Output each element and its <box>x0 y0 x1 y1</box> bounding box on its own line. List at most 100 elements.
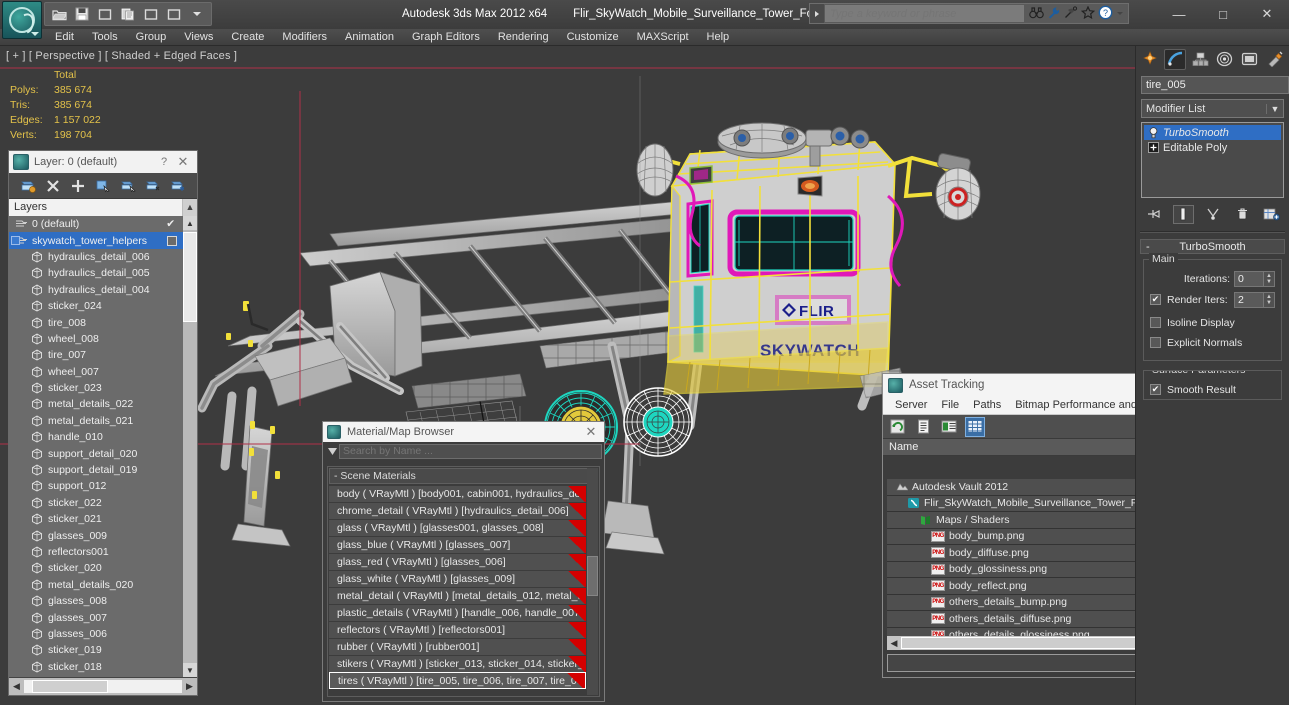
rollout-header[interactable]: - TurboSmooth <box>1140 239 1285 254</box>
grid-view-icon[interactable] <box>965 416 985 437</box>
layer-row-wheel_008[interactable]: wheel_008 <box>9 331 183 347</box>
menu-item-group[interactable]: Group <box>127 29 176 46</box>
layer-row-sticker_018[interactable]: sticker_018 <box>9 659 183 675</box>
turbosmooth-rollout[interactable]: - TurboSmooth Main Iterations: 0 ▲▼ Rend… <box>1140 239 1285 400</box>
scrollbar-thumb[interactable] <box>587 556 598 596</box>
redo-icon[interactable] <box>118 4 138 24</box>
help-icon[interactable]: ? <box>1098 5 1113 23</box>
command-panel[interactable]: Modifier List ▼ TurboSmooth Editable Pol… <box>1135 46 1289 705</box>
scroll-left-icon[interactable]: ◀ <box>9 681 24 692</box>
render-iters-input[interactable]: 2 <box>1234 291 1264 308</box>
object-name-input[interactable] <box>1141 76 1289 94</box>
scrollbar-track[interactable] <box>24 680 182 693</box>
utilities-tab[interactable] <box>1264 49 1286 70</box>
display-tab[interactable] <box>1239 49 1261 70</box>
layer-row-sticker_023[interactable]: sticker_023 <box>9 380 183 396</box>
layer-row-sticker_020[interactable]: sticker_020 <box>9 560 183 576</box>
menu-item-customize[interactable]: Customize <box>558 29 628 46</box>
isoline-display-checkbox[interactable] <box>1150 317 1161 328</box>
material-row[interactable]: glass_white ( VRayMtl ) [glasses_009] <box>329 570 586 587</box>
material-row[interactable]: chrome_detail ( VRayMtl ) [hydraulics_de… <box>329 502 586 519</box>
close-button[interactable]: ✕ <box>582 424 600 440</box>
layer-explorer-panel[interactable]: Layer: 0 (default) ? ✕ Layers ▲ 0 (defau <box>8 150 198 696</box>
layer-row-tire_007[interactable]: tire_007 <box>9 347 183 363</box>
modifier-stack-item-editable-poly[interactable]: Editable Poly <box>1144 140 1281 155</box>
material-search-input[interactable] <box>339 443 602 459</box>
show-end-result-icon[interactable] <box>1172 204 1194 224</box>
pin-icon[interactable] <box>1143 205 1164 224</box>
maximize-button[interactable]: □ <box>1201 0 1245 28</box>
scene-materials-section-header[interactable]: - Scene Materials <box>329 468 598 484</box>
layer-list-vertical-scrollbar[interactable]: ▲ ▼ <box>183 216 197 677</box>
layer-row-sticker_022[interactable]: sticker_022 <box>9 495 183 511</box>
iterations-spinner[interactable]: ▲ ▼ <box>1264 270 1275 287</box>
chevron-down-icon[interactable] <box>325 447 339 456</box>
layer-row-tire_008[interactable]: tire_008 <box>9 314 183 330</box>
info-center-search[interactable]: ? <box>809 3 1129 24</box>
layer-select-checkbox[interactable] <box>11 236 20 246</box>
material-row[interactable]: metal_detail ( VRayMtl ) [metal_details_… <box>329 587 586 604</box>
modifier-list-dropdown[interactable]: Modifier List ▼ <box>1141 99 1284 118</box>
scrollbar-thumb[interactable] <box>32 680 108 693</box>
search-input[interactable] <box>825 5 1024 22</box>
explicit-normals-row[interactable]: Explicit Normals <box>1150 334 1275 351</box>
smooth-result-checkbox[interactable] <box>1150 384 1161 395</box>
star-icon[interactable] <box>1080 5 1096 22</box>
menu-item-maxscript[interactable]: MAXScript <box>628 29 698 46</box>
modify-tab[interactable] <box>1164 48 1187 70</box>
minimize-button[interactable]: — <box>1157 0 1201 28</box>
make-unique-icon[interactable] <box>1202 205 1223 224</box>
add-selection-to-layer-icon[interactable] <box>68 176 88 196</box>
material-row[interactable]: stikers ( VRayMtl ) [sticker_013, sticke… <box>329 655 586 672</box>
scrollbar-thumb[interactable] <box>183 232 197 322</box>
satellite-icon[interactable] <box>1064 5 1078 22</box>
render-iters-checkbox[interactable] <box>1150 294 1161 305</box>
asset-menu-server[interactable]: Server <box>888 396 934 415</box>
list-view-icon[interactable] <box>914 418 932 436</box>
viewport-label[interactable]: [ + ] [ Perspective ] [ Shaded + Edged F… <box>6 50 237 62</box>
layer-row-wheel_007[interactable]: wheel_007 <box>9 364 183 380</box>
chevron-down-icon[interactable] <box>187 4 207 24</box>
binoculars-icon[interactable] <box>1029 6 1044 22</box>
layer-row-hydraulics_detail_004[interactable]: hydraulics_detail_004 <box>9 282 183 298</box>
scroll-up-icon[interactable]: ▲ <box>183 216 197 230</box>
layer-row-skywatch_tower_helpers[interactable]: skywatch_tower_helpers <box>9 232 183 249</box>
undo-icon[interactable] <box>95 4 115 24</box>
highlight-selected-objects-layer-icon[interactable] <box>118 176 138 196</box>
new-scene-icon[interactable] <box>141 4 161 24</box>
material-row[interactable]: tires ( VRayMtl ) [tire_005, tire_006, t… <box>329 672 586 689</box>
material-list-body[interactable]: - Scene Materials body ( VRayMtl ) [body… <box>327 466 600 697</box>
scroll-up-icon[interactable]: ▲ <box>183 198 197 216</box>
material-row[interactable]: body ( VRayMtl ) [body001, cabin001, hyd… <box>329 485 586 502</box>
menu-item-graph-editors[interactable]: Graph Editors <box>403 29 489 46</box>
plus-box-icon[interactable] <box>1147 142 1159 154</box>
trash-icon[interactable] <box>1232 205 1253 224</box>
layer-row-handle_010[interactable]: handle_010 <box>9 429 183 445</box>
scroll-left-icon[interactable]: ◀ <box>887 638 901 649</box>
smooth-result-row[interactable]: Smooth Result <box>1150 381 1275 398</box>
material-list-scrollbar[interactable] <box>587 468 598 695</box>
refresh-icon[interactable] <box>888 418 906 436</box>
app-logo-button[interactable] <box>2 1 42 39</box>
layer-row-glasses_007[interactable]: glasses_007 <box>9 609 183 625</box>
hierarchy-tab[interactable] <box>1189 49 1211 70</box>
layer-row-sticker_021[interactable]: sticker_021 <box>9 511 183 527</box>
layer-row-hydraulics_detail_006[interactable]: hydraulics_detail_006 <box>9 249 183 265</box>
create-new-layer-icon[interactable] <box>18 176 38 196</box>
material-row[interactable]: glass_red ( VRayMtl ) [glasses_006] <box>329 553 586 570</box>
create-tab[interactable] <box>1139 49 1161 70</box>
material-search-bar[interactable] <box>323 442 604 460</box>
modifier-stack[interactable]: TurboSmooth Editable Poly <box>1141 122 1284 198</box>
asset-menu-file[interactable]: File <box>934 396 966 415</box>
configure-sets-icon[interactable] <box>1261 205 1282 224</box>
open-file-icon[interactable] <box>49 4 69 24</box>
material-row[interactable]: rubber ( VRayMtl ) [rubber001] <box>329 638 586 655</box>
layer-row-glasses_008[interactable]: glasses_008 <box>9 593 183 609</box>
layer-visibility-check[interactable]: ✔ <box>166 218 183 230</box>
menu-item-rendering[interactable]: Rendering <box>489 29 558 46</box>
asset-menu-paths[interactable]: Paths <box>966 396 1008 415</box>
layer-row-support_012[interactable]: support_012 <box>9 478 183 494</box>
layer-row-reflectors001[interactable]: reflectors001 <box>9 544 183 560</box>
menu-item-modifiers[interactable]: Modifiers <box>273 29 336 46</box>
layer-render-toggle[interactable] <box>167 235 177 246</box>
